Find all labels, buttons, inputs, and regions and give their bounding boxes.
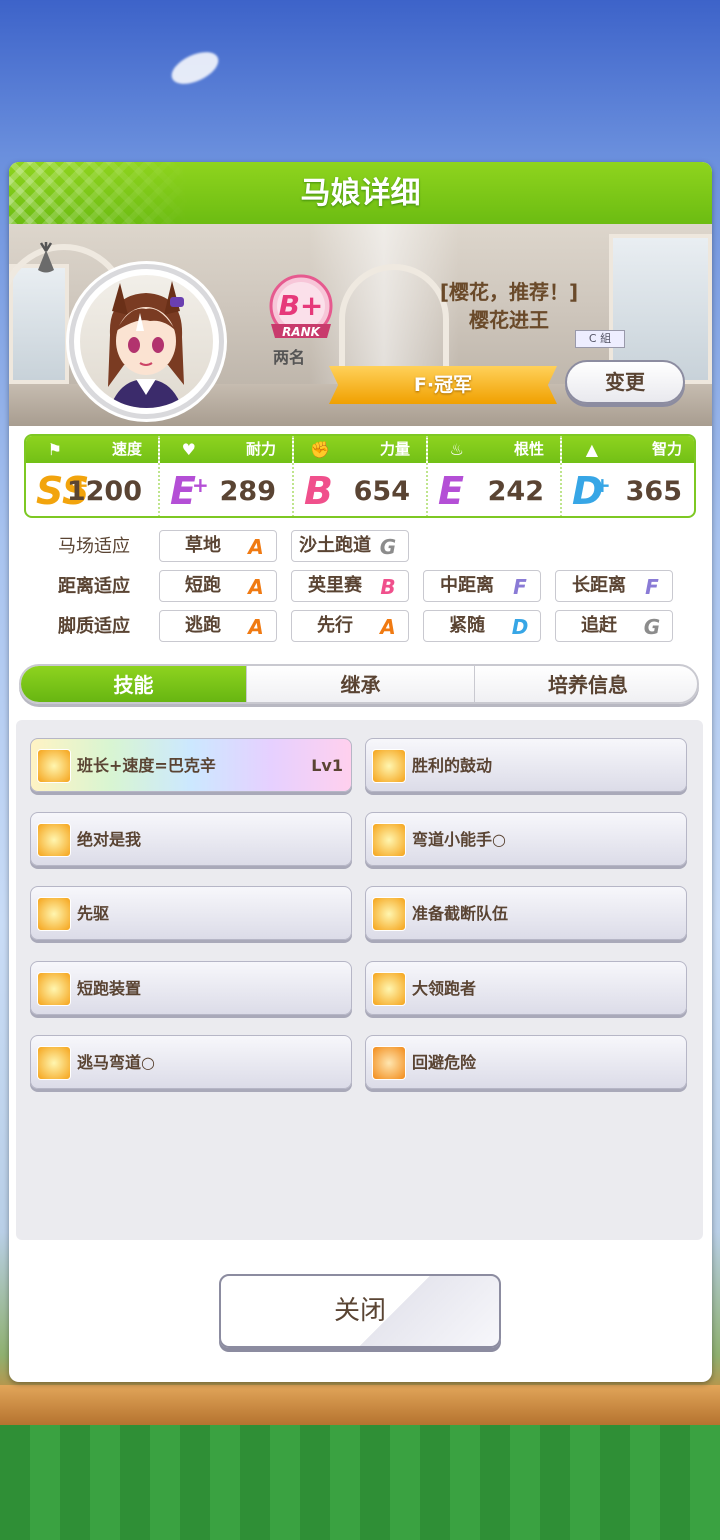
muscle-icon: ✊ bbox=[310, 440, 330, 459]
speed-skill-icon bbox=[37, 749, 71, 783]
stat-value: 289 bbox=[219, 476, 276, 507]
aptitude-cell: 短跑 A bbox=[159, 570, 277, 602]
skill-item[interactable]: 回避危险 bbox=[365, 1035, 687, 1089]
panel-title: 马娘详细 bbox=[300, 176, 421, 211]
rank-label: 两名 bbox=[273, 348, 306, 367]
detail-tabs: 技能 继承 培养信息 bbox=[19, 664, 699, 704]
aptitude-cell: 长距离 F bbox=[555, 570, 673, 602]
aptitude-label: 脚质适应 bbox=[58, 616, 130, 637]
speed-skill-icon bbox=[372, 897, 406, 931]
aptitude-label: 马场适应 bbox=[58, 536, 130, 557]
speed-skill-icon bbox=[37, 972, 71, 1006]
background-grass bbox=[0, 1425, 720, 1540]
speed-skill-icon bbox=[372, 823, 406, 857]
aptitude-label: 距离适应 bbox=[58, 576, 130, 597]
aptitude-cell: 草地 A bbox=[159, 530, 277, 562]
skills-list: 班长+速度=巴克辛 Lv1 胜利的鼓动 绝对是我 弯道小能手○ 先驱 准备截断队伍… bbox=[16, 720, 703, 1240]
stat-value: 1200 bbox=[66, 476, 142, 507]
stat-grade: D + bbox=[572, 469, 611, 513]
avatar-portrait bbox=[108, 281, 184, 408]
skill-name: 班长+速度=巴克辛 bbox=[77, 756, 216, 775]
skill-item[interactable]: 大领跑者 bbox=[365, 961, 687, 1015]
speed-skill-icon bbox=[37, 823, 71, 857]
stat-wit: ▲ 智力 D + 365 bbox=[562, 436, 694, 516]
stat-value: 654 bbox=[353, 476, 410, 507]
stat-label: 智力 bbox=[651, 440, 682, 458]
aptitude-cell: 沙土跑道 G bbox=[291, 530, 409, 562]
rank-letter: B+ bbox=[279, 289, 324, 322]
shoe-icon: ⚑ bbox=[47, 440, 62, 459]
background-cloud bbox=[166, 45, 224, 91]
tab-skills[interactable]: 技能 bbox=[21, 666, 247, 702]
carrot-icon bbox=[38, 242, 54, 273]
umamusume-detail-panel: 马娘详细 B+ RANK 两名 [樱花，推荐！] 樱花进王 C 組 F·冠军 变… bbox=[9, 162, 712, 1382]
aptitude-cell: 逃跑 A bbox=[159, 610, 277, 642]
graduation-cap-icon: ▲ bbox=[585, 440, 598, 459]
rank-word: RANK bbox=[282, 325, 322, 339]
stat-guts: ♨ 根性 E 242 bbox=[428, 436, 562, 516]
aptitude-cell: 紧随 D bbox=[423, 610, 541, 642]
title-bar: 马娘详细 bbox=[9, 162, 712, 224]
skill-item[interactable]: 先驱 bbox=[30, 886, 352, 940]
stat-speed: ⚑ 速度 SS + 1200 bbox=[26, 436, 160, 516]
aptitude-cell: 追赶 G bbox=[555, 610, 673, 642]
skill-item[interactable]: 逃马弯道○ bbox=[30, 1035, 352, 1089]
skill-item[interactable]: 弯道小能手○ bbox=[365, 812, 687, 866]
skill-item[interactable]: 班长+速度=巴克辛 Lv1 bbox=[30, 738, 352, 792]
aptitude-cell: 中距离 F bbox=[423, 570, 541, 602]
close-button[interactable]: 关闭 bbox=[219, 1274, 501, 1348]
stat-label: 耐力 bbox=[245, 440, 276, 458]
stat-label: 速度 bbox=[111, 440, 142, 458]
evade-skill-icon bbox=[372, 1046, 406, 1080]
stat-grade: B bbox=[304, 469, 333, 513]
stat-value: 242 bbox=[487, 476, 544, 507]
speed-skill-icon bbox=[372, 972, 406, 1006]
skill-item[interactable]: 准备截断队伍 bbox=[365, 886, 687, 940]
background-rail bbox=[0, 1385, 720, 1425]
skill-name: 回避危险 bbox=[412, 1053, 477, 1072]
aptitude-cell: 先行 A bbox=[291, 610, 409, 642]
skill-name: 胜利的鼓动 bbox=[412, 756, 493, 775]
skill-name: 短跑装置 bbox=[77, 979, 142, 998]
skill-name: 准备截断队伍 bbox=[412, 904, 509, 923]
tab-inheritance[interactable]: 继承 bbox=[247, 666, 475, 702]
change-button[interactable]: 变更 bbox=[565, 360, 685, 404]
stat-power: ✊ 力量 B 654 bbox=[294, 436, 428, 516]
skill-item[interactable]: 胜利的鼓动 bbox=[365, 738, 687, 792]
speed-skill-icon bbox=[37, 1046, 71, 1080]
class-badge: C 組 bbox=[575, 330, 625, 348]
speed-skill-icon bbox=[372, 749, 406, 783]
skill-name: 大领跑者 bbox=[412, 979, 477, 998]
character-title-block: [樱花，推荐！] 樱花进王 bbox=[409, 278, 609, 334]
stat-grade: E + bbox=[170, 469, 209, 513]
stat-stamina: ♥ 耐力 E + 289 bbox=[160, 436, 294, 516]
stats-panel: ⚑ 速度 SS + 1200 ♥ 耐力 E + 289 ✊ 力量 B 654 ♨ 根性 E … bbox=[24, 434, 696, 518]
skill-name: 逃马弯道○ bbox=[77, 1053, 155, 1072]
character-avatar bbox=[69, 264, 224, 419]
skill-name: 先驱 bbox=[77, 904, 110, 923]
character-epithet: [樱花，推荐！] bbox=[439, 280, 579, 304]
skill-item[interactable]: 绝对是我 bbox=[30, 812, 352, 866]
stat-grade: E bbox=[438, 469, 464, 513]
aptitude-cell: 英里赛 B bbox=[291, 570, 409, 602]
rank-badge-icon: B+ RANK bbox=[269, 274, 333, 339]
stat-value: 365 bbox=[625, 476, 682, 507]
flame-icon: ♨ bbox=[449, 440, 464, 459]
skill-name: 弯道小能手○ bbox=[412, 830, 506, 849]
skill-level: Lv1 bbox=[311, 756, 343, 775]
skill-name: 绝对是我 bbox=[77, 830, 142, 849]
stat-label: 力量 bbox=[379, 440, 410, 458]
skill-item[interactable]: 短跑装置 bbox=[30, 961, 352, 1015]
heart-icon: ♥ bbox=[181, 440, 196, 459]
stat-label: 根性 bbox=[513, 440, 544, 458]
title-ribbon: F·冠军 bbox=[329, 366, 557, 404]
tab-training-info[interactable]: 培养信息 bbox=[475, 666, 697, 702]
speed-skill-icon bbox=[37, 897, 71, 931]
